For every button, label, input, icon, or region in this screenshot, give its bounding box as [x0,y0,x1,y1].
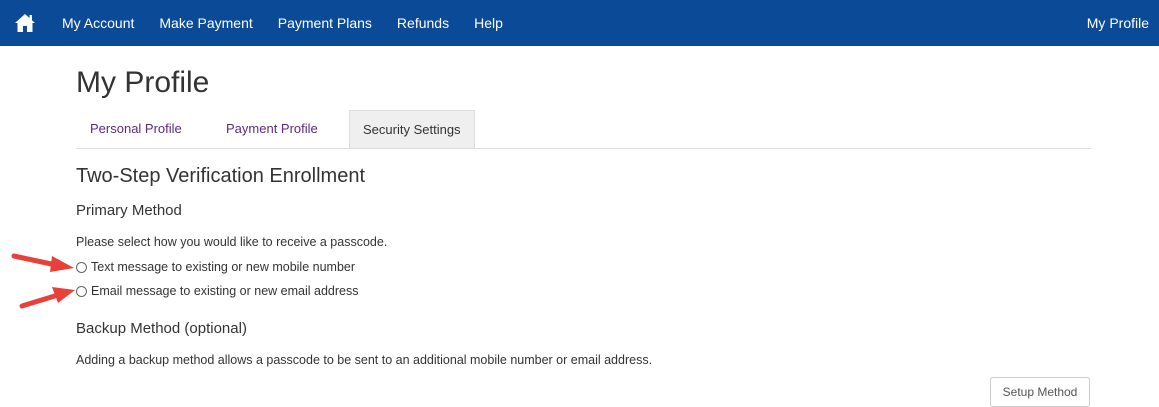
nav-help[interactable]: Help [474,15,503,31]
backup-method-heading: Backup Method (optional) [76,320,247,337]
radio-label: Text message to existing or new mobile n… [91,260,356,274]
radio-button[interactable] [76,285,87,297]
setup-method-button[interactable]: Setup Method [990,377,1090,407]
nav-payment-plans[interactable]: Payment Plans [278,15,372,31]
nav-make-payment[interactable]: Make Payment [159,15,252,31]
tab-security-settings[interactable]: Security Settings [349,110,475,148]
profile-tabs: Personal Profile Payment Profile Securit… [76,110,1091,149]
tab-payment-profile[interactable]: Payment Profile [226,110,318,148]
primary-method-instruction: Please select how you would like to rece… [76,235,388,249]
section-title: Two-Step Verification Enrollment [76,165,366,187]
red-arrow-icon [19,287,75,309]
nav-my-account[interactable]: My Account [62,15,134,31]
backup-method-description: Adding a backup method allows a passcode… [76,353,653,367]
radio-button[interactable] [76,261,87,273]
radio-option-text-message[interactable]: Text message to existing or new mobile n… [76,260,355,274]
tab-personal-profile[interactable]: Personal Profile [90,110,182,148]
nav-menu: My Account Make Payment Payment Plans Re… [62,0,528,46]
nav-refunds[interactable]: Refunds [397,15,449,31]
home-icon[interactable] [14,13,36,33]
radio-option-email-message[interactable]: Email message to existing or new email a… [76,284,358,298]
red-arrow-icon [11,253,74,272]
nav-my-profile[interactable]: My Profile [1087,0,1149,46]
radio-label: Email message to existing or new email a… [91,284,359,298]
primary-method-heading: Primary Method [76,202,182,219]
page-title: My Profile [76,66,210,99]
top-navbar: My Account Make Payment Payment Plans Re… [0,0,1159,46]
